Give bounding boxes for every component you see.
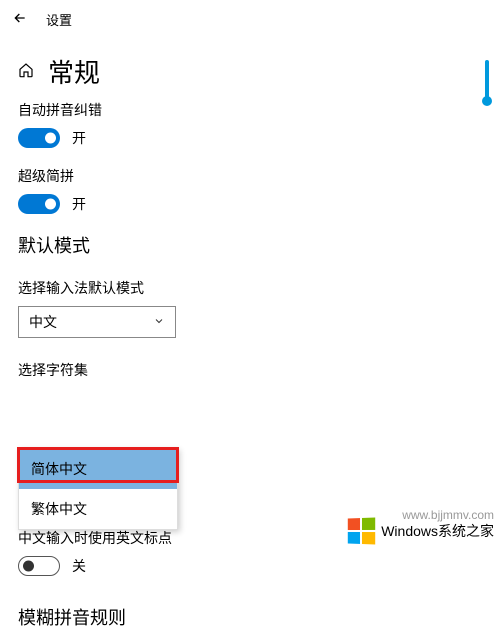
- page-title: 常规: [48, 53, 100, 90]
- charset-option-simplified[interactable]: 简体中文: [19, 449, 177, 489]
- charset-option-traditional[interactable]: 繁体中文: [19, 489, 177, 529]
- eng-punct-toggle[interactable]: [18, 556, 60, 576]
- watermark-text: Windows系统之家: [381, 521, 494, 541]
- auto-pinyin-state: 开: [72, 128, 86, 148]
- charset-dropdown-menu: 简体中文 繁体中文: [18, 448, 178, 530]
- header-title: 设置: [46, 10, 72, 29]
- super-jianpin-toggle[interactable]: [18, 194, 60, 214]
- select-mode-value: 中文: [29, 312, 57, 332]
- select-mode-label: 选择输入法默认模式: [18, 278, 482, 298]
- thermometer-icon: [482, 60, 492, 106]
- eng-punct-state: 关: [72, 556, 86, 576]
- auto-pinyin-label: 自动拼音纠错: [18, 100, 482, 120]
- auto-pinyin-toggle[interactable]: [18, 128, 60, 148]
- select-mode-dropdown[interactable]: 中文: [18, 306, 176, 338]
- watermark: Windows系统之家: [347, 518, 494, 544]
- charset-label: 选择字符集: [18, 360, 482, 380]
- fuzzy-section-title: 模糊拼音规则: [18, 604, 482, 630]
- super-jianpin-label: 超级简拼: [18, 166, 482, 186]
- windows-logo-icon: [348, 518, 375, 545]
- default-mode-section-title: 默认模式: [18, 232, 482, 258]
- home-icon[interactable]: [18, 62, 34, 81]
- chevron-down-icon: [153, 314, 165, 330]
- super-jianpin-state: 开: [72, 194, 86, 214]
- back-icon[interactable]: [12, 10, 28, 29]
